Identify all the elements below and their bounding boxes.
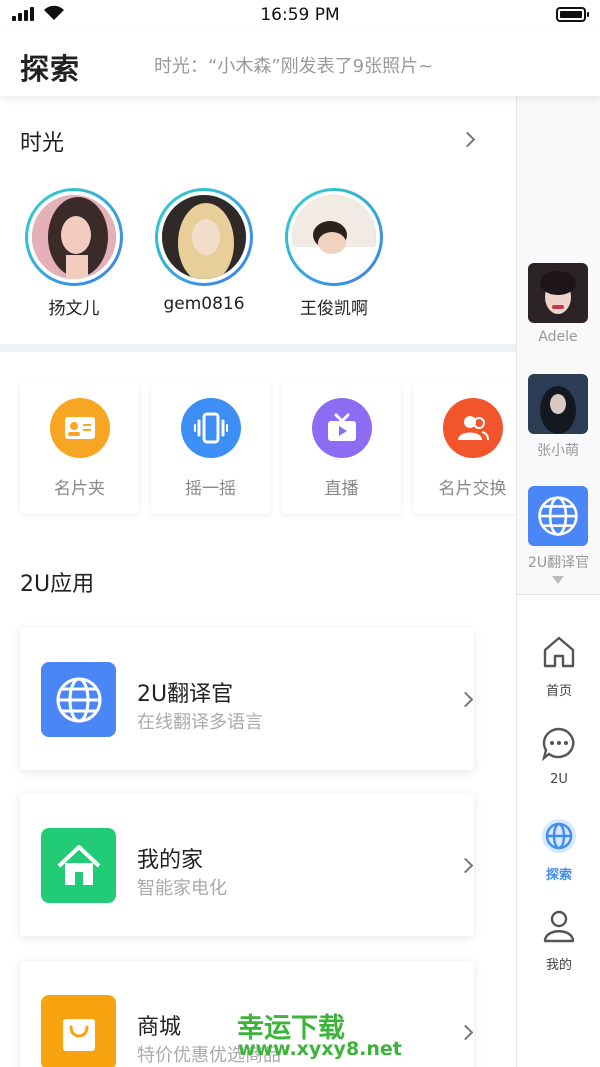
avatar-ring bbox=[25, 188, 123, 286]
avatar bbox=[528, 374, 588, 434]
app-description: 智能家电化 bbox=[137, 878, 227, 899]
avatar bbox=[528, 263, 588, 323]
explore-screen: 16:59 PM 探索 时光：“小木森”刚发表了9张照片~ 时光 扬文儿 gem… bbox=[0, 0, 600, 1067]
status-bar: 16:59 PM bbox=[0, 0, 600, 30]
avatar-name: gem0816 bbox=[163, 294, 245, 314]
app-name: 商城 bbox=[137, 1015, 182, 1040]
avatar-name: 扬文儿 bbox=[48, 299, 100, 319]
avatar-photo bbox=[162, 195, 246, 279]
moment-avatar-item[interactable]: gem0816 bbox=[155, 188, 253, 319]
watermark-url: www.xyxy8.net bbox=[238, 1038, 402, 1060]
moments-more-chevron-icon[interactable] bbox=[459, 131, 476, 148]
home-icon bbox=[543, 636, 575, 668]
battery-icon bbox=[556, 7, 589, 22]
main-content: 时光 扬文儿 gem0816 王俊凯啊 名片夹 摇一摇 直播 名片交换 2U应用… bbox=[0, 96, 516, 1067]
app-card-translator[interactable]: 2U翻译官 在线翻译多语言 bbox=[20, 628, 474, 770]
tab-label: 我的 bbox=[545, 958, 572, 973]
card-holder-icon bbox=[49, 398, 110, 458]
chevron-right-icon bbox=[457, 1024, 474, 1041]
moment-avatar-item[interactable]: 王俊凯啊 bbox=[285, 188, 383, 319]
moments-title: 时光 bbox=[20, 131, 65, 156]
recent-contact-item[interactable]: 2U翻译官 bbox=[528, 486, 590, 572]
app-card-my-home[interactable]: 我的家 智能家电化 bbox=[20, 794, 474, 936]
globe-icon bbox=[41, 662, 116, 737]
shortcut-row: 名片夹 摇一摇 直播 名片交换 bbox=[20, 382, 516, 514]
avatar-name: 王俊凯啊 bbox=[300, 299, 368, 319]
recent-contact-item[interactable]: Adele bbox=[528, 263, 588, 345]
avatar bbox=[158, 191, 250, 283]
app-name: 2U翻译官 bbox=[137, 682, 234, 707]
globe-icon bbox=[528, 486, 588, 546]
tab-explore[interactable]: 探索 bbox=[517, 818, 600, 883]
expand-down-icon[interactable] bbox=[552, 576, 564, 584]
right-rail: Adele 张小萌 2U翻译官 首页 2U 探索 我的 bbox=[516, 96, 600, 1067]
shortcut-label: 直播 bbox=[324, 479, 359, 499]
avatar bbox=[288, 191, 380, 283]
exchange-contacts-icon bbox=[442, 398, 503, 458]
contact-name: Adele bbox=[538, 329, 578, 345]
activity-ticker[interactable]: 时光：“小木森”刚发表了9张照片~ bbox=[154, 52, 433, 78]
shortcut-label: 摇一摇 bbox=[185, 479, 236, 499]
section-divider bbox=[0, 344, 516, 352]
avatar-ring bbox=[285, 188, 383, 286]
apps-section-title: 2U应用 bbox=[20, 572, 95, 597]
shortcut-label: 名片交换 bbox=[438, 479, 507, 499]
shortcut-live[interactable]: 直播 bbox=[282, 382, 401, 514]
moments-avatar-list: 扬文儿 gem0816 王俊凯啊 bbox=[25, 188, 383, 319]
explore-globe-icon bbox=[542, 819, 576, 853]
tab-home[interactable]: 首页 bbox=[517, 634, 600, 699]
tab-mine[interactable]: 我的 bbox=[517, 908, 600, 973]
avatar-ring bbox=[155, 188, 253, 286]
rail-divider bbox=[517, 594, 600, 595]
tab-label: 探索 bbox=[545, 868, 572, 883]
person-icon bbox=[543, 910, 575, 943]
shortcut-label: 名片夹 bbox=[54, 479, 105, 499]
recent-contact-item[interactable]: 张小萌 bbox=[528, 374, 588, 460]
live-tv-icon bbox=[311, 398, 372, 458]
top-header: 探索 时光：“小木森”刚发表了9张照片~ bbox=[0, 30, 600, 96]
avatar bbox=[28, 191, 120, 283]
app-name: 我的家 bbox=[137, 848, 204, 873]
house-icon bbox=[41, 828, 116, 903]
shopping-bag-icon bbox=[41, 995, 116, 1067]
avatar-photo bbox=[292, 195, 376, 279]
app-description: 在线翻译多语言 bbox=[137, 712, 263, 733]
moment-avatar-item[interactable]: 扬文儿 bbox=[25, 188, 123, 319]
chevron-right-icon bbox=[457, 691, 474, 708]
tab-2u[interactable]: 2U bbox=[517, 726, 600, 787]
contact-name: 2U翻译官 bbox=[528, 555, 590, 571]
recent-contacts: Adele 张小萌 2U翻译官 bbox=[517, 96, 600, 594]
moments-section: 时光 扬文儿 gem0816 王俊凯啊 bbox=[0, 96, 516, 344]
shortcut-shake[interactable]: 摇一摇 bbox=[151, 382, 270, 514]
tab-label: 2U bbox=[550, 772, 568, 787]
shortcut-card-holder[interactable]: 名片夹 bbox=[20, 382, 139, 514]
page-title: 探索 bbox=[20, 52, 81, 86]
avatar-photo bbox=[32, 195, 116, 279]
chevron-right-icon bbox=[457, 857, 474, 874]
tab-label: 首页 bbox=[545, 684, 572, 699]
contact-name: 张小萌 bbox=[537, 443, 579, 459]
status-time: 16:59 PM bbox=[260, 5, 340, 25]
shake-phone-icon bbox=[180, 398, 241, 458]
shortcut-card-exchange[interactable]: 名片交换 bbox=[413, 382, 516, 514]
chat-bubble-icon bbox=[541, 727, 575, 762]
